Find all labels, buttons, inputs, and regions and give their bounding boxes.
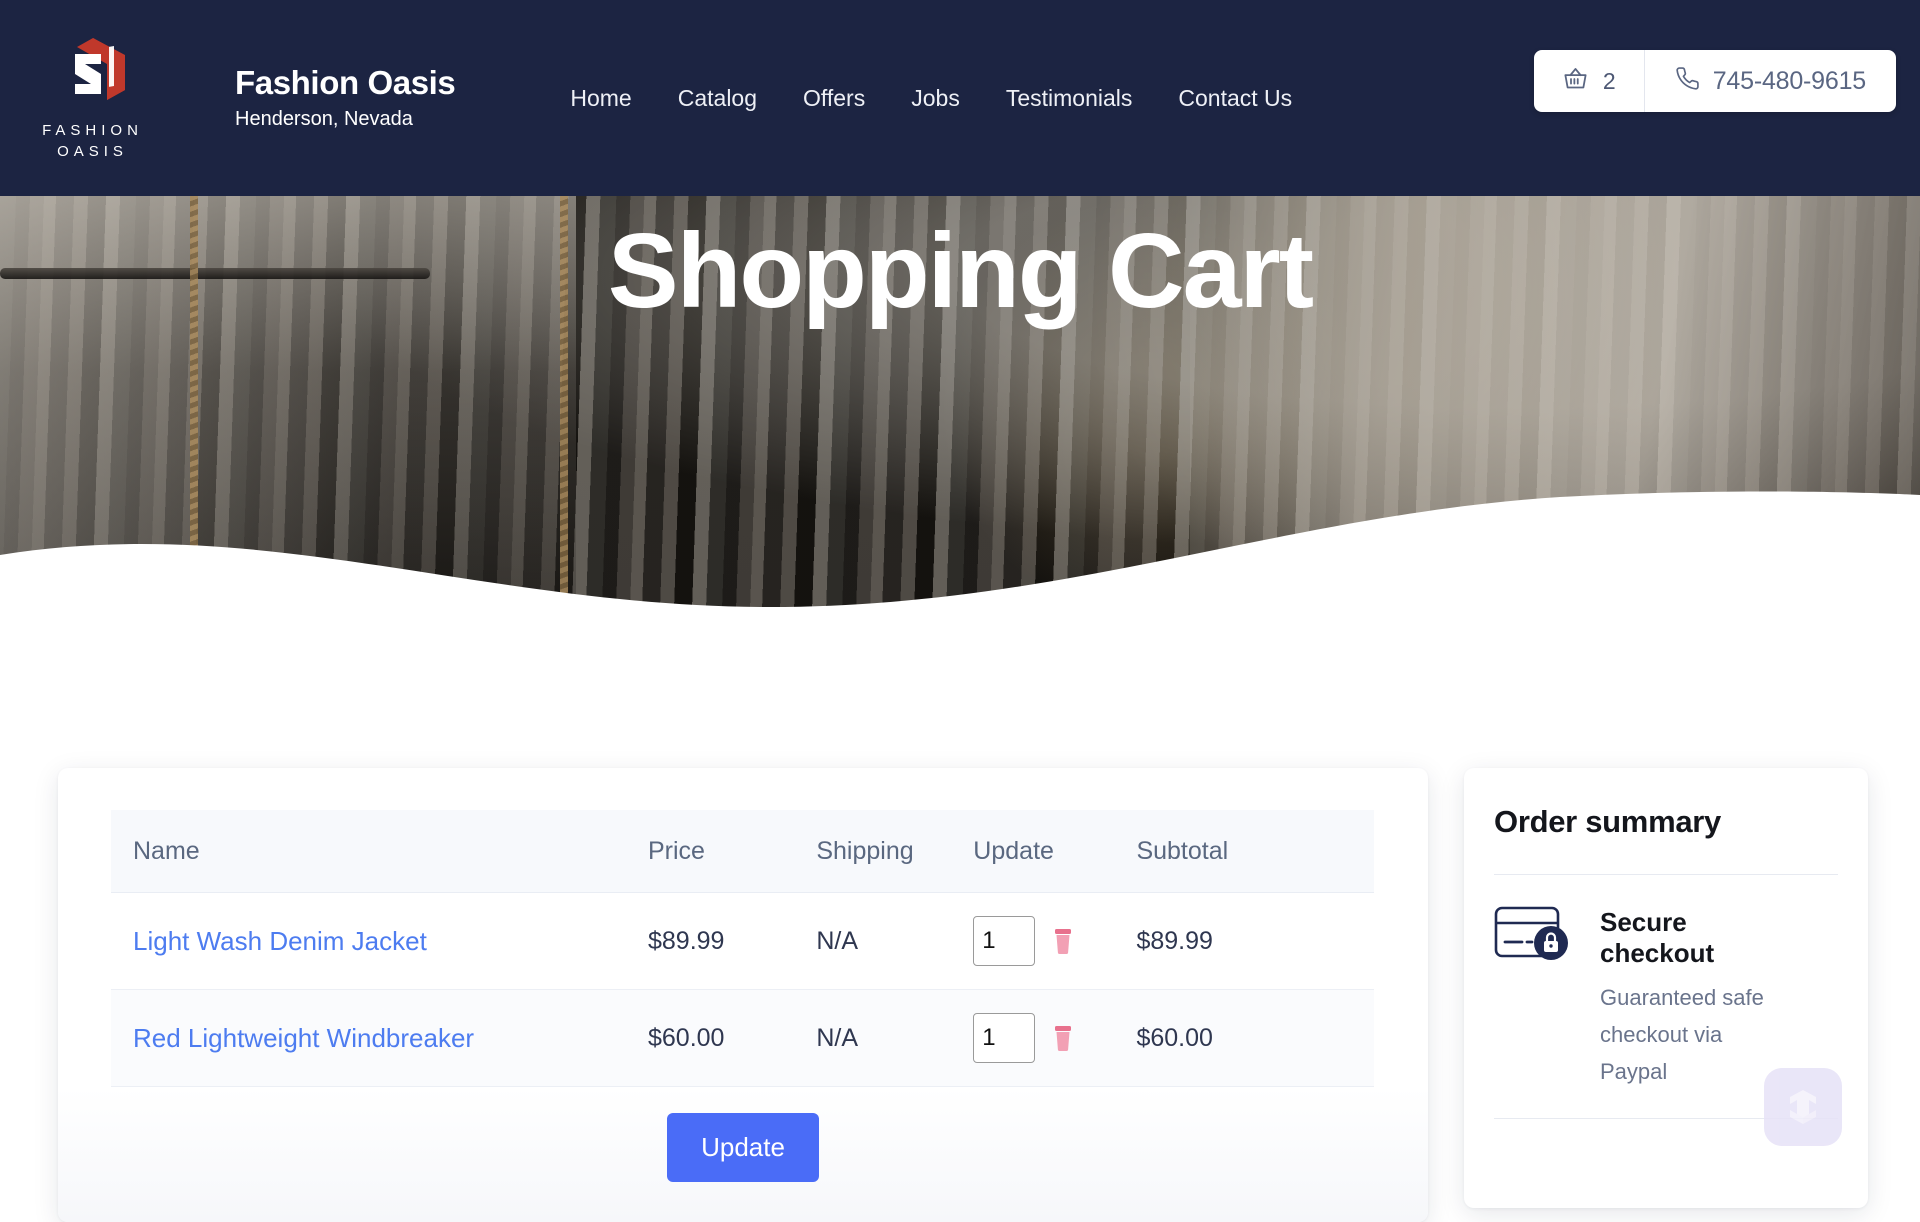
column-header-shipping: Shipping bbox=[816, 810, 974, 893]
brand-subtitle: Henderson, Nevada bbox=[235, 108, 413, 130]
cell-shipping-0: N/A bbox=[816, 892, 974, 990]
cart-button[interactable]: 2 bbox=[1534, 50, 1645, 112]
quantity-input-0[interactable] bbox=[973, 916, 1036, 966]
logo-wordmark: FASHION OASIS bbox=[42, 120, 143, 162]
cart-items-card: Name Price Shipping Update Subtotal Ligh… bbox=[58, 768, 1428, 1222]
brand-text-block: Fashion Oasis Henderson, Nevada bbox=[235, 63, 456, 133]
remove-item-button-1[interactable] bbox=[1051, 1024, 1075, 1052]
secure-checkout-text: Secure checkout Guaranteed safe checkout… bbox=[1600, 905, 1780, 1090]
secure-checkout-description: Guaranteed safe checkout via Paypal bbox=[1600, 985, 1764, 1084]
phone-icon bbox=[1675, 66, 1700, 96]
shopping-basket-icon bbox=[1562, 65, 1589, 97]
update-cart-button[interactable]: Update bbox=[667, 1113, 819, 1182]
nav-item-offers[interactable]: Offers bbox=[780, 84, 888, 112]
app-logo-watermark bbox=[1764, 1068, 1842, 1146]
secure-checkout-heading: Secure checkout bbox=[1600, 907, 1715, 968]
credit-card-lock-icon bbox=[1494, 905, 1576, 972]
column-header-name: Name bbox=[111, 810, 648, 893]
brand-title: Fashion Oasis bbox=[235, 64, 456, 101]
cart-layout-row: Name Price Shipping Update Subtotal Ligh… bbox=[58, 768, 1868, 1222]
cart-item-count: 2 bbox=[1602, 68, 1616, 94]
page-content: Name Price Shipping Update Subtotal Ligh… bbox=[0, 636, 1920, 1222]
cell-subtotal-1: $60.00 bbox=[1136, 989, 1374, 1087]
nav-item-jobs[interactable]: Jobs bbox=[888, 84, 983, 112]
brand-logo-block[interactable]: FASHION OASIS bbox=[0, 0, 185, 196]
cell-shipping-1: N/A bbox=[816, 989, 974, 1087]
nav-item-testimonials[interactable]: Testimonials bbox=[983, 84, 1156, 112]
nav-item-catalog[interactable]: Catalog bbox=[655, 84, 780, 112]
trash-icon bbox=[1051, 929, 1075, 958]
phone-number[interactable]: 745-480-9615 bbox=[1713, 66, 1866, 96]
nav-item-home[interactable]: Home bbox=[547, 84, 654, 112]
cart-table-body: Light Wash Denim Jacket $89.99 N/A 1 $89… bbox=[111, 892, 1374, 1087]
header-actions: 2 745-480-9615 bbox=[1533, 50, 1896, 112]
summary-divider-top bbox=[1494, 874, 1838, 875]
table-header-row: Name Price Shipping Update Subtotal bbox=[111, 810, 1374, 893]
site-header: FASHION OASIS Fashion Oasis Henderson, N… bbox=[0, 0, 1920, 196]
main-navigation: Home Catalog Offers Jobs Testimonials Co… bbox=[547, 84, 1315, 112]
cell-product-name: Red Lightweight Windbreaker bbox=[111, 989, 648, 1087]
phone-button[interactable]: 745-480-9615 bbox=[1645, 50, 1896, 112]
column-header-subtotal: Subtotal bbox=[1136, 810, 1374, 893]
update-bar: Update bbox=[58, 1087, 1428, 1222]
cell-update-1 bbox=[973, 989, 1137, 1087]
table-row: Red Lightweight Windbreaker $60.00 N/A 1… bbox=[111, 989, 1374, 1087]
secure-checkout-row: Secure checkout Guaranteed safe checkout… bbox=[1494, 905, 1838, 1090]
hero-wave-divider bbox=[0, 491, 1920, 636]
product-link-0[interactable]: Light Wash Denim Jacket bbox=[133, 926, 427, 956]
trash-icon bbox=[1051, 1026, 1075, 1055]
column-header-update: Update bbox=[973, 810, 1137, 893]
cell-price-0: $89.99 bbox=[648, 892, 817, 990]
table-row: Light Wash Denim Jacket $89.99 N/A 1 $89… bbox=[111, 892, 1374, 990]
hero-banner: Shopping Cart bbox=[0, 196, 1920, 636]
cell-price-1: $60.00 bbox=[648, 989, 817, 1087]
column-header-price: Price bbox=[648, 810, 817, 893]
logo-wordmark-line1: FASHION bbox=[42, 122, 143, 139]
order-summary-title: Order summary bbox=[1494, 804, 1721, 839]
page-title: Shopping Cart bbox=[607, 212, 1314, 330]
product-link-1[interactable]: Red Lightweight Windbreaker bbox=[133, 1023, 474, 1053]
cart-table: Name Price Shipping Update Subtotal Ligh… bbox=[111, 810, 1374, 1087]
logo-wordmark-line2: OASIS bbox=[57, 143, 128, 160]
cell-update-0 bbox=[973, 892, 1137, 990]
nav-item-contact-us[interactable]: Contact Us bbox=[1155, 84, 1315, 112]
quantity-input-1[interactable] bbox=[973, 1013, 1036, 1063]
remove-item-button-0[interactable] bbox=[1051, 927, 1075, 955]
order-summary-card: Order summary Secure checkout Guaranteed… bbox=[1464, 768, 1868, 1208]
cart-table-head: Name Price Shipping Update Subtotal bbox=[111, 810, 1374, 893]
cell-subtotal-0: $89.99 bbox=[1136, 892, 1374, 990]
fashion-oasis-cube-logo bbox=[57, 34, 129, 112]
cell-product-name: Light Wash Denim Jacket bbox=[111, 892, 648, 990]
